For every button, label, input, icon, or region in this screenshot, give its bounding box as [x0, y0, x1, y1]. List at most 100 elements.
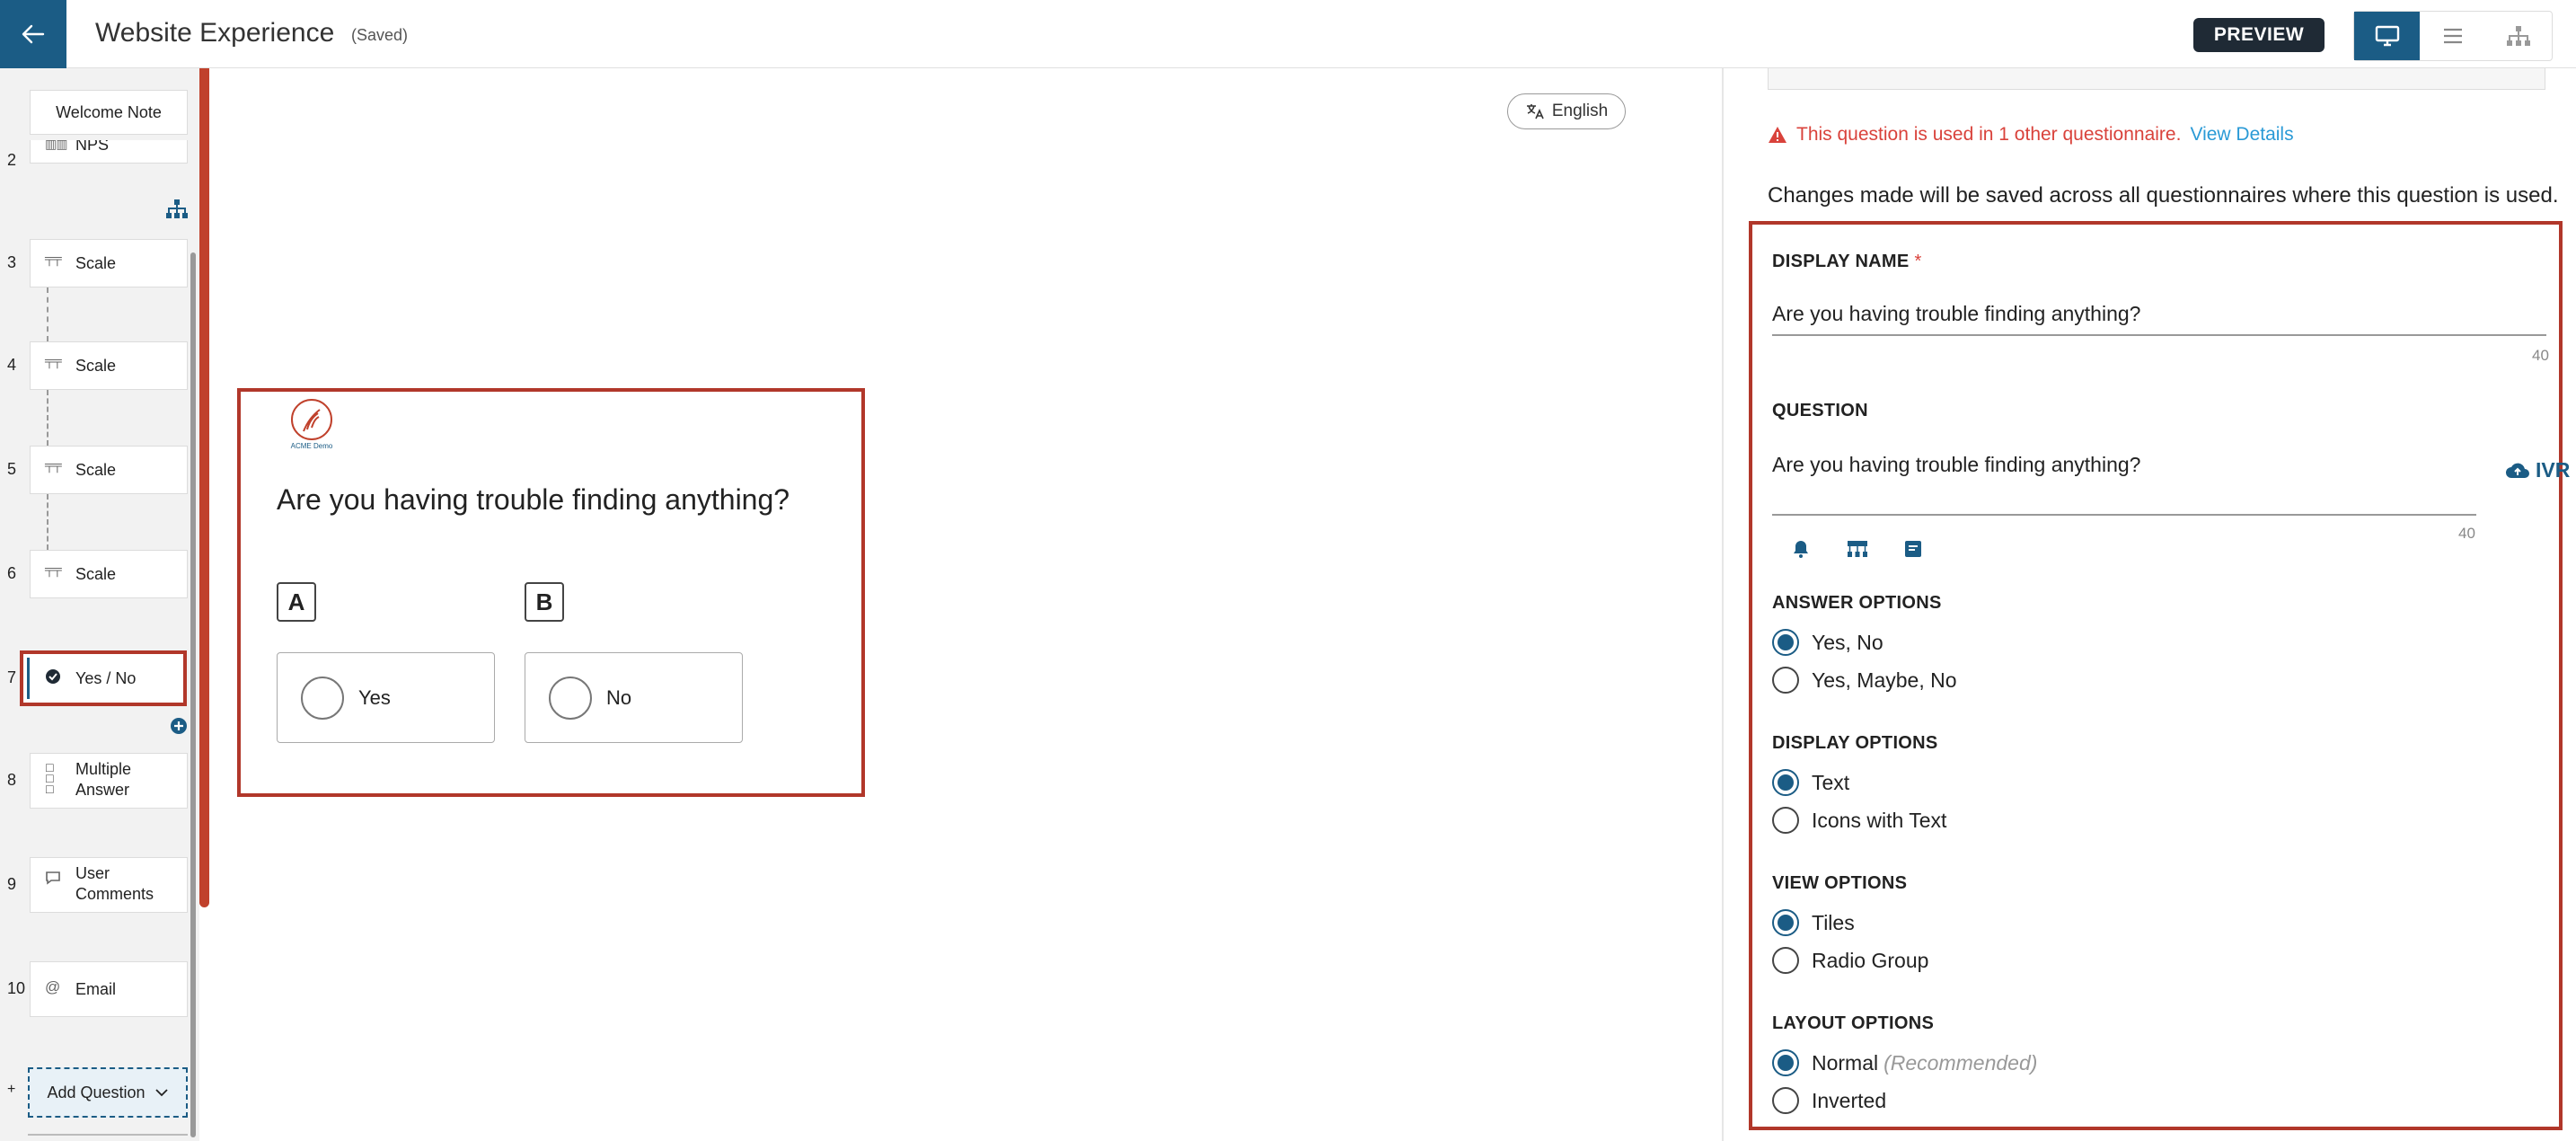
radio-label: Yes, No — [1812, 630, 1883, 654]
branch-connector — [47, 494, 49, 550]
option-radio-circle — [301, 676, 344, 720]
question-item-scale-4[interactable]: ╤╤ Scale — [30, 341, 188, 390]
display-option-icons-with-text[interactable]: Icons with Text — [1772, 807, 1946, 834]
layout-option-inverted[interactable]: Inverted — [1772, 1087, 1886, 1114]
hierarchy-icon — [2507, 26, 2531, 46]
language-label: English — [1551, 102, 1609, 120]
question-underline — [1772, 514, 2476, 516]
usage-warning: This question is used in 1 other questio… — [1768, 124, 2294, 146]
saved-status: (Saved) — [351, 26, 409, 44]
question-item-scale-6[interactable]: ╤╤ Scale — [30, 550, 188, 598]
view-details-link[interactable]: View Details — [2190, 124, 2293, 146]
radio-selected — [1772, 909, 1799, 936]
branch-connector — [47, 390, 49, 446]
question-item-nps[interactable]: ▥▥ NPS — [30, 140, 188, 164]
question-item-multiple-answer[interactable]: ☐ ☐ ☐ Multiple Answer — [30, 753, 188, 809]
previous-field-box — [1768, 68, 2545, 90]
list-view-button[interactable] — [2420, 12, 2485, 60]
radio-label: Inverted — [1812, 1088, 1887, 1112]
language-selector[interactable]: English — [1507, 93, 1626, 129]
display-name-field[interactable]: Are you having trouble finding anything? — [1772, 302, 2140, 326]
layout-option-normal[interactable]: Normal (Recommended) — [1772, 1049, 2037, 1076]
question-label: Scale — [75, 461, 117, 479]
page-title: Website Experience — [95, 18, 335, 48]
preview-button[interactable]: PREVIEW — [2193, 18, 2325, 52]
question-sidebar: Welcome Note 2 ▥▥ NPS 3 ╤╤ Scale 4 ╤╤ Sc… — [0, 68, 199, 1141]
answer-options-heading: ANSWER OPTIONS — [1772, 593, 1942, 613]
option-tile-yes[interactable]: Yes — [277, 652, 495, 743]
acme-logo: ACME Demo — [287, 397, 336, 453]
view-toggle-group — [2353, 11, 2553, 61]
radio-selected — [1772, 769, 1799, 796]
radio-unselected — [1772, 1087, 1799, 1114]
question-edit-form: DISPLAY NAME * Are you having trouble fin… — [1749, 221, 2570, 1130]
hierarchy-icon[interactable] — [1846, 539, 1869, 559]
scale-icon: ╤╤ — [45, 251, 62, 265]
question-number: 6 — [7, 564, 17, 582]
answer-option-yes-maybe-no[interactable]: Yes, Maybe, No — [1772, 667, 1957, 694]
question-number: 10 — [7, 979, 26, 997]
nps-icon: ▥▥ — [45, 140, 67, 151]
arrow-left-icon — [22, 24, 45, 44]
radio-label: Text — [1812, 770, 1850, 794]
canvas-scroll-indicator[interactable] — [199, 68, 209, 907]
view-option-tiles[interactable]: Tiles — [1772, 909, 1855, 936]
welcome-note-item[interactable]: Welcome Note — [30, 90, 188, 135]
question-number: 9 — [7, 875, 17, 893]
layout-options-heading: LAYOUT OPTIONS — [1772, 1013, 1935, 1033]
top-bar: Website Experience (Saved) PREVIEW — [0, 0, 2576, 68]
comment-icon — [46, 871, 60, 885]
list-icon — [2443, 28, 2462, 44]
scale-icon: ╤╤ — [45, 353, 62, 367]
question-item-yes-no-selected[interactable]: Yes / No — [20, 650, 187, 706]
question-number: 2 — [7, 151, 17, 169]
question-label: Yes / No — [75, 669, 137, 687]
display-name-underline — [1772, 334, 2546, 336]
back-button[interactable] — [0, 0, 66, 68]
ivr-upload-button[interactable]: IVR — [2505, 458, 2570, 482]
question-label: Email — [75, 980, 117, 998]
radio-selected — [1772, 629, 1799, 656]
bell-icon[interactable] — [1792, 539, 1810, 559]
question-label: Scale — [75, 357, 117, 375]
question-heading: QUESTION — [1772, 401, 1868, 420]
question-number: 4 — [7, 356, 17, 374]
option-tile-no[interactable]: No — [525, 652, 743, 743]
branch-logic-icon[interactable] — [165, 199, 189, 220]
add-circle-icon[interactable] — [170, 717, 188, 735]
option-letter-a: A — [277, 582, 316, 622]
note-icon[interactable] — [1903, 539, 1923, 559]
radio-selected — [1772, 1049, 1799, 1076]
question-field[interactable]: Are you having trouble finding anything? — [1772, 453, 2140, 477]
add-question-button[interactable]: Add Question — [28, 1067, 188, 1118]
logo-text: ACME Demo — [290, 442, 333, 450]
preview-question-text: Are you having trouble finding anything? — [277, 483, 790, 516]
question-item-scale-3[interactable]: ╤╤ Scale — [30, 239, 188, 287]
question-number: 8 — [7, 771, 17, 789]
warning-text: This question is used in 1 other questio… — [1796, 124, 2182, 145]
required-mark: * — [1914, 252, 1922, 271]
question-item-scale-5[interactable]: ╤╤ Scale — [30, 446, 188, 494]
question-label: User Comments — [75, 864, 154, 903]
cloud-upload-icon — [2506, 463, 2529, 478]
radio-label: Radio Group — [1812, 948, 1929, 972]
scale-icon: ╤╤ — [45, 457, 62, 472]
radio-unselected — [1772, 807, 1799, 834]
question-item-email[interactable]: @ Email — [30, 961, 188, 1017]
answer-option-yes-no[interactable]: Yes, No — [1772, 629, 1883, 656]
view-option-radio-group[interactable]: Radio Group — [1772, 947, 1928, 974]
option-label: Yes — [358, 685, 391, 709]
at-icon: @ — [45, 978, 60, 995]
radio-unselected — [1772, 947, 1799, 974]
hierarchy-view-button[interactable] — [2486, 12, 2552, 60]
radio-unselected — [1772, 667, 1799, 694]
translate-icon — [1526, 104, 1544, 119]
question-label: Scale — [75, 254, 117, 272]
sidebar-scrollbar[interactable] — [190, 252, 196, 1137]
desktop-view-button[interactable] — [2354, 12, 2421, 60]
option-label: No — [606, 685, 632, 709]
question-label: NPS — [75, 140, 110, 154]
question-item-user-comments[interactable]: User Comments — [30, 857, 188, 913]
display-option-text[interactable]: Text — [1772, 769, 1849, 796]
ivr-label: IVR — [2536, 458, 2571, 482]
